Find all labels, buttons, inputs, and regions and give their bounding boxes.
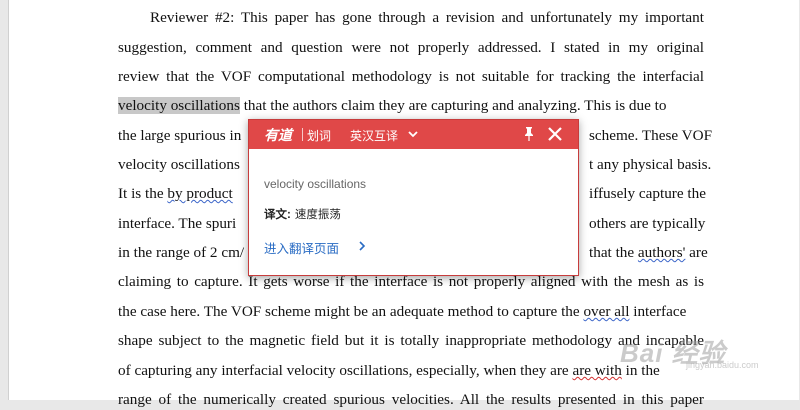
pin-icon[interactable] xyxy=(523,126,535,142)
chevron-down-icon[interactable] xyxy=(408,129,418,139)
doc-line: the case here. The VOF scheme might be a… xyxy=(118,303,687,320)
doc-line-tail: t any physical basis. xyxy=(589,156,712,173)
source-text: velocity oscillations xyxy=(264,177,367,191)
doc-line-tail: scheme. These VOF xyxy=(589,127,713,144)
baidu-watermark: Bai 经验 jingyan.baidu.com xyxy=(620,333,759,370)
doc-line: shape subject to the magnetic field but … xyxy=(118,332,704,349)
doc-line: review that the VOF computational method… xyxy=(118,68,704,85)
doc-line-tail: others are typically xyxy=(589,215,706,232)
divider xyxy=(302,128,303,141)
close-icon[interactable] xyxy=(547,126,563,142)
translation-label: 译文: xyxy=(264,209,291,221)
watermark-url: jingyan.baidu.com xyxy=(686,360,759,370)
chevron-right-icon[interactable] xyxy=(358,241,366,251)
spellcheck-word[interactable]: over all xyxy=(583,303,629,320)
spellcheck-word[interactable]: are with xyxy=(572,362,621,379)
popup-header: 有道 划词 英汉互译 xyxy=(249,120,578,149)
youdao-logo: 有道 xyxy=(264,127,292,143)
translation-text: 速度振荡 xyxy=(294,209,341,221)
selected-text[interactable]: velocity oscillations xyxy=(118,97,240,114)
translation-row: 译文: 速度振荡 xyxy=(264,206,341,222)
doc-line-tail: that the authors' are xyxy=(589,244,708,261)
doc-line: Reviewer #2: This paper has gone through… xyxy=(150,9,704,26)
spellcheck-word[interactable]: by product xyxy=(167,185,232,202)
word-select-mode[interactable]: 划词 xyxy=(307,127,331,144)
spellcheck-word[interactable]: authors' xyxy=(638,244,685,261)
doc-line: suggestion, comment and question were no… xyxy=(118,39,704,56)
doc-line: range of the numerically created spuriou… xyxy=(118,391,704,408)
open-translation-page-link[interactable]: 进入翻译页面 xyxy=(264,238,339,257)
doc-line: of capturing any interfacial velocity os… xyxy=(118,362,660,379)
youdao-translate-popup: 有道 划词 英汉互译 velocity oscillations 译文: 速度振荡… xyxy=(248,119,579,276)
doc-line-tail: iffusely capture the xyxy=(589,185,706,202)
language-direction-select[interactable]: 英汉互译 xyxy=(350,127,398,144)
doc-line: velocity oscillations that the authors c… xyxy=(118,97,667,114)
